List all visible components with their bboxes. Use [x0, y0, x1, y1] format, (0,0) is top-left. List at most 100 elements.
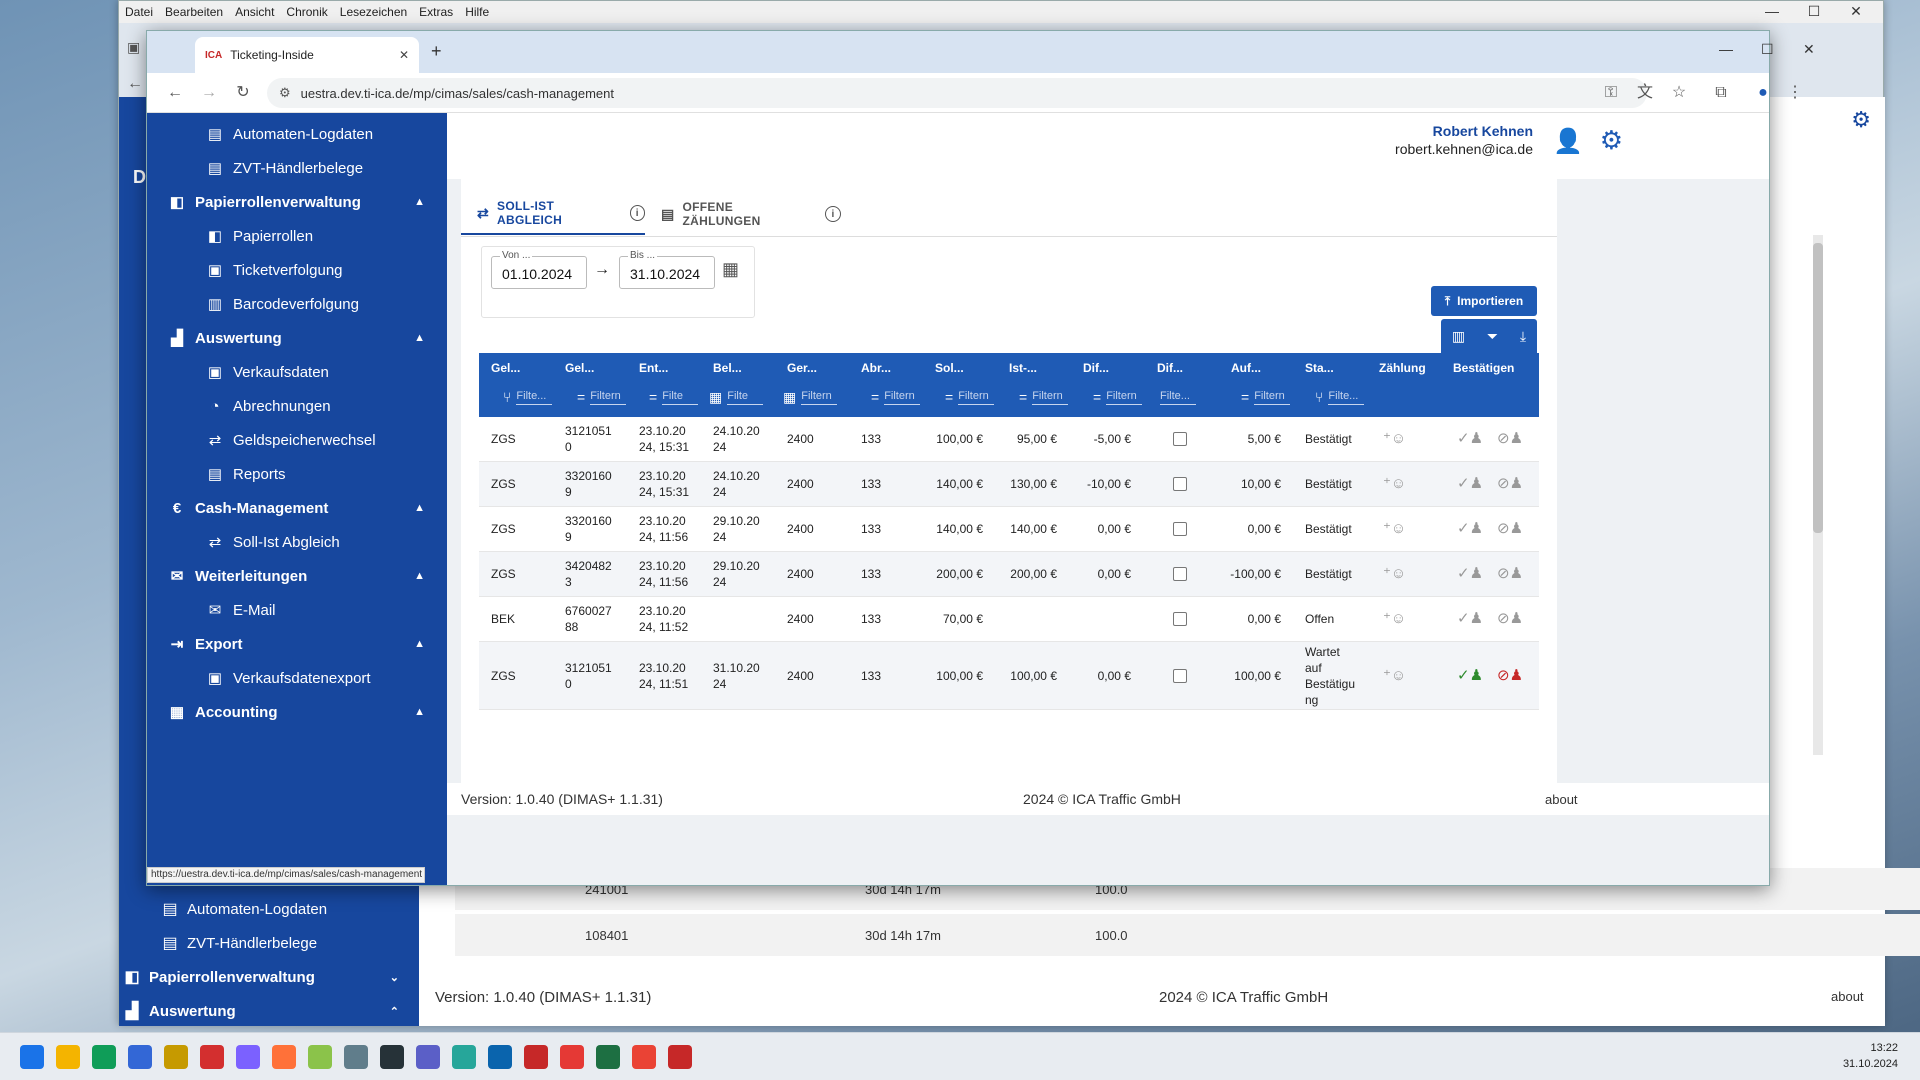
reload-icon[interactable]: ↻	[231, 81, 255, 105]
chevron-up-icon[interactable]: ▲	[414, 638, 425, 650]
checkbox[interactable]	[1173, 477, 1187, 491]
menu-hilfe[interactable]: Hilfe	[465, 5, 489, 19]
back-footer-about-link[interactable]: about	[1831, 989, 1864, 1004]
menu-datei[interactable]: Datei	[125, 5, 153, 19]
filter-input[interactable]: Filte...	[1160, 390, 1196, 405]
confirm-person-icon[interactable]: ✓♟	[1457, 476, 1483, 492]
url-field[interactable]: ⚙ uestra.dev.ti-ica.de/mp/cimas/sales/ca…	[267, 78, 1647, 108]
download-icon[interactable]: ⤓	[1520, 328, 1526, 345]
sidebar-item[interactable]: ▣ Ticketverfolgung	[147, 253, 447, 287]
filter-icon[interactable]: ⏷	[1487, 328, 1498, 345]
info-icon[interactable]: i	[629, 205, 645, 221]
confirm-person-icon[interactable]: ✓♟	[1457, 521, 1483, 537]
app-x2-icon[interactable]	[668, 1045, 692, 1069]
bookmark-star-icon[interactable]: ☆	[1667, 81, 1691, 105]
browser-menu-icon[interactable]: ⋮	[1783, 81, 1807, 105]
back-sidebar-group[interactable]: ▟ Auswertung ⌃	[119, 994, 419, 1028]
clock-date[interactable]: 31.10.2024	[1843, 1058, 1898, 1070]
filter-input[interactable]: Filtern	[801, 390, 838, 405]
calendar-filter-icon[interactable]: ▦	[783, 389, 796, 406]
reject-person-icon[interactable]: ⊘♟	[1497, 476, 1523, 492]
filter-input[interactable]: Filtern	[1254, 390, 1291, 405]
equals-icon[interactable]: =	[1241, 389, 1249, 405]
column-header[interactable]: Ent...	[639, 361, 668, 375]
reject-person-icon[interactable]: ⊘♟	[1497, 667, 1523, 684]
excel-icon[interactable]	[596, 1045, 620, 1069]
table-row[interactable]: ZGS 3121051 0 23.10.20 24, 15:31 24.10.20 2…	[479, 417, 1539, 462]
clock-time[interactable]: 13:22	[1870, 1042, 1898, 1054]
table-row[interactable]: ZGS 3121051 0 23.10.20 24, 11:51 31.10.20 2…	[479, 642, 1539, 710]
confirm-person-icon[interactable]: ✓♟	[1457, 667, 1483, 684]
reject-person-icon[interactable]: ⊘♟	[1497, 431, 1523, 447]
table-row[interactable]: BEK 6760027 88 23.10.20 24, 11:52 2400 133 70…	[479, 597, 1539, 642]
filter-input[interactable]: Filte...	[1328, 390, 1365, 405]
equals-icon[interactable]: =	[1019, 389, 1027, 405]
equals-icon[interactable]: =	[1093, 389, 1101, 405]
columns-icon[interactable]: ▥	[1452, 328, 1465, 345]
outlook-icon[interactable]	[488, 1045, 512, 1069]
sidebar-group[interactable]: ⇥ Export ▲	[147, 627, 447, 661]
equals-icon[interactable]: =	[945, 389, 953, 405]
file-explorer-icon[interactable]	[56, 1045, 80, 1069]
app-x1-icon[interactable]	[524, 1045, 548, 1069]
menu-ansicht[interactable]: Ansicht	[235, 5, 274, 19]
reject-person-icon[interactable]: ⊘♟	[1497, 611, 1523, 627]
sidebar-group[interactable]: ✉ Weiterleitungen ▲	[147, 559, 447, 593]
date-to-field[interactable]: Bis ... 31.10.2024	[619, 250, 715, 289]
sidebar-item[interactable]: ▤ Automaten-Logdaten	[147, 117, 447, 151]
column-filter[interactable]: ⑂ Filte...	[503, 385, 553, 409]
browser-window[interactable]: ICA Ticketing-Inside ✕ + — ☐ ✕ ← → ↻ ⚙ u…	[146, 30, 1823, 886]
app-diamond-icon[interactable]	[452, 1045, 476, 1069]
equals-icon[interactable]: =	[577, 389, 585, 405]
back-table-row[interactable]: 108401 30d 14h 17m 100.0	[455, 914, 1920, 956]
sidebar-item[interactable]: ✉ E-Mail	[147, 593, 447, 627]
equals-icon[interactable]: =	[871, 389, 879, 405]
column-filter[interactable]: = Filtern	[577, 385, 627, 409]
column-header[interactable]: Abr...	[861, 361, 891, 375]
sidebar-item[interactable]: ▥ Barcodeverfolgung	[147, 287, 447, 321]
back-sidebar-item[interactable]: ▤ ZVT-Händlerbelege	[119, 926, 419, 960]
user-account-icon[interactable]: 👤	[1553, 127, 1583, 156]
filter-input[interactable]: Filtern	[884, 390, 921, 405]
column-filter[interactable]: Filte...	[1155, 385, 1196, 409]
table-row[interactable]: ZGS 3420482 3 23.10.20 24, 11:56 29.10.20 2…	[479, 552, 1539, 597]
add-count-person-icon[interactable]: ⁺☺	[1383, 667, 1406, 684]
app-pin-icon[interactable]	[560, 1045, 584, 1069]
minimize-icon[interactable]: —	[1719, 41, 1733, 57]
forward-arrow-icon[interactable]: →	[197, 81, 221, 105]
checkbox[interactable]	[1173, 567, 1187, 581]
sidebar-item[interactable]: ⇄ Geldspeicherwechsel	[147, 423, 447, 457]
scrollbar-thumb[interactable]	[1813, 243, 1823, 533]
filter-input[interactable]: Filte	[662, 390, 699, 405]
checkbox[interactable]	[1173, 612, 1187, 626]
checkbox[interactable]	[1173, 432, 1187, 446]
notepad-icon[interactable]	[308, 1045, 332, 1069]
back-tab-list-icon[interactable]: ▣	[127, 39, 140, 56]
column-header[interactable]: Gel...	[491, 361, 520, 375]
column-header[interactable]: Bestätigen	[1453, 361, 1514, 375]
filter-input[interactable]: Filte	[727, 390, 764, 405]
vertical-scrollbar[interactable]	[1813, 235, 1823, 755]
add-count-person-icon[interactable]: ⁺☺	[1383, 431, 1406, 447]
table-row[interactable]: ZGS 3320160 9 23.10.20 24, 15:31 24.10.20 2…	[479, 462, 1539, 507]
back-sidebar-group[interactable]: ◧ Papierrollenverwaltung ⌄	[119, 960, 419, 994]
column-filter[interactable]: ▦ Filte	[709, 385, 764, 409]
confirm-person-icon[interactable]: ✓♟	[1457, 566, 1483, 582]
app-snip-icon[interactable]	[236, 1045, 260, 1069]
column-header[interactable]: Zählung	[1379, 361, 1426, 375]
column-header[interactable]: Auf...	[1231, 361, 1261, 375]
calendar-filter-icon[interactable]: ▦	[709, 389, 722, 406]
sidebar-item[interactable]: ▣ Verkaufsdaten	[147, 355, 447, 389]
column-header[interactable]: Gel...	[565, 361, 594, 375]
filter-funnel-icon[interactable]: ⑂	[503, 389, 511, 405]
back-sidebar-item[interactable]: ▤ Automaten-Logdaten	[119, 892, 419, 926]
chevron-up-icon[interactable]: ▲	[414, 332, 425, 344]
site-info-icon[interactable]: ⚙	[279, 85, 291, 101]
app-doc-icon[interactable]	[344, 1045, 368, 1069]
column-filter[interactable]: = Filte	[649, 385, 699, 409]
firefox-icon[interactable]	[272, 1045, 296, 1069]
settings-gear-icon[interactable]: ⚙	[1600, 125, 1623, 156]
column-filter[interactable]: = Filtern	[1019, 385, 1069, 409]
back-settings-gear-icon[interactable]: ⚙	[1851, 107, 1871, 133]
sidebar-group[interactable]: ▦ Accounting ▲	[147, 695, 447, 729]
